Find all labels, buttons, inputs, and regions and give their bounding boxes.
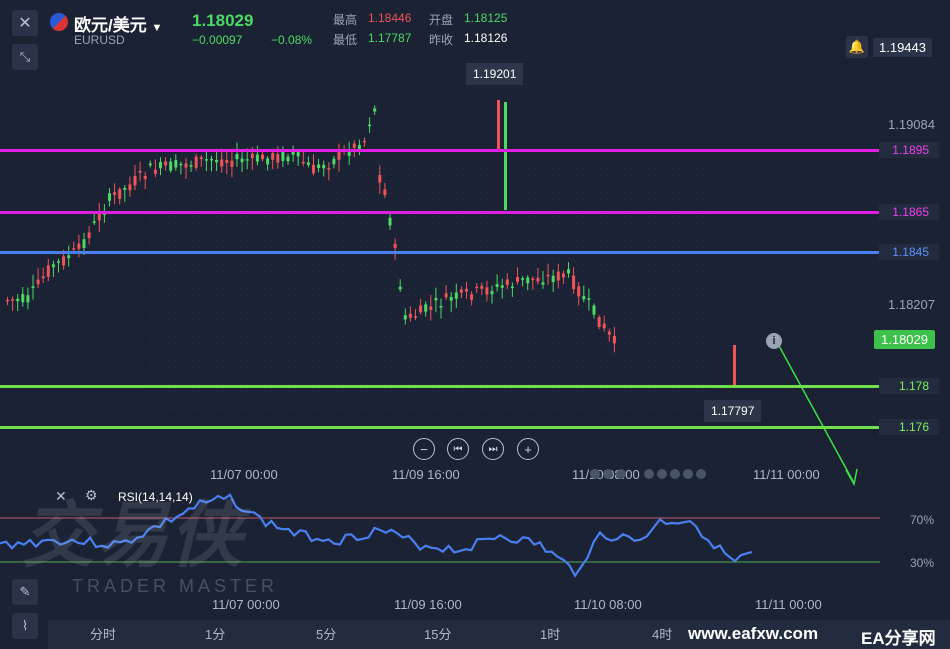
level-line[interactable] <box>0 426 880 429</box>
price-tick-2: 1.18207 <box>888 297 935 312</box>
zoom-in-button[interactable]: + <box>517 438 539 460</box>
zoom-out-button[interactable]: − <box>413 438 435 460</box>
skip-forward-icon: ⏭ <box>488 443 498 455</box>
loading-dots <box>590 466 745 479</box>
current-price-tag-value: 1.18029 <box>881 332 928 347</box>
forecast-arrow <box>777 343 855 484</box>
low-callout: 1.17797 <box>704 400 762 422</box>
level-tag: 1.178 <box>879 378 939 394</box>
level-line[interactable] <box>0 149 880 152</box>
level-line[interactable] <box>0 211 880 214</box>
level-line[interactable] <box>0 251 880 254</box>
line-chart-icon: ⌇ <box>21 618 29 633</box>
scroll-end-button[interactable]: ⏭ <box>482 438 504 460</box>
watermark-cn: 交易侠 <box>22 496 245 576</box>
timeframe-tab[interactable]: 1时 <box>540 624 560 643</box>
rsi-upper-label: 70% <box>910 513 935 527</box>
time-label-2: 11/09 16:00 <box>392 467 460 482</box>
low-callout-value: 1.17797 <box>711 404 755 418</box>
minus-icon: − <box>420 441 428 457</box>
level-tag: 1.176 <box>879 419 939 435</box>
world-map-bg <box>150 150 710 410</box>
rsi-time-label-4: 11/11 00:00 <box>755 597 822 612</box>
time-label-4: 11/11 00:00 <box>753 467 820 482</box>
timeframe-tab[interactable]: 1分 <box>205 624 225 643</box>
timeframe-tab[interactable]: 分时 <box>90 624 116 643</box>
rsi-time-label-3: 11/10 08:00 <box>574 597 642 612</box>
footer-brand: EA分享网 <box>861 629 936 648</box>
rsi-lower-label: 30% <box>910 556 935 570</box>
level-tag: 1.1845 <box>879 244 939 260</box>
draw-tool-button[interactable]: ✎ <box>12 579 38 605</box>
high-callout-value: 1.19201 <box>473 67 517 81</box>
footer-site: www.eafxw.com <box>688 624 819 643</box>
watermark-en: TRADER MASTER <box>72 576 279 596</box>
high-callout: 1.19201 <box>466 63 524 85</box>
level-line[interactable] <box>0 385 880 388</box>
level-tag: 1.1865 <box>879 204 939 220</box>
plus-icon: + <box>524 441 532 457</box>
rsi-time-label-1: 11/07 00:00 <box>212 597 280 612</box>
skip-back-icon: ⏮ <box>453 443 463 455</box>
scroll-start-button[interactable]: ⏮ <box>447 438 469 460</box>
timeframe-tab[interactable]: 4时 <box>652 624 672 643</box>
pencil-icon: ✎ <box>19 584 31 599</box>
rsi-time-label-2: 11/09 16:00 <box>394 597 462 612</box>
timeframe-tab[interactable]: 15分 <box>424 624 451 643</box>
price-tick-1: 1.19084 <box>888 117 935 132</box>
timeframe-tab[interactable]: 5分 <box>316 624 336 643</box>
level-tag: 1.1895 <box>879 142 939 158</box>
current-price-tag: 1.18029 <box>874 330 935 349</box>
indicator-button[interactable]: ⌇ <box>12 613 38 639</box>
info-marker[interactable]: i <box>766 333 782 349</box>
